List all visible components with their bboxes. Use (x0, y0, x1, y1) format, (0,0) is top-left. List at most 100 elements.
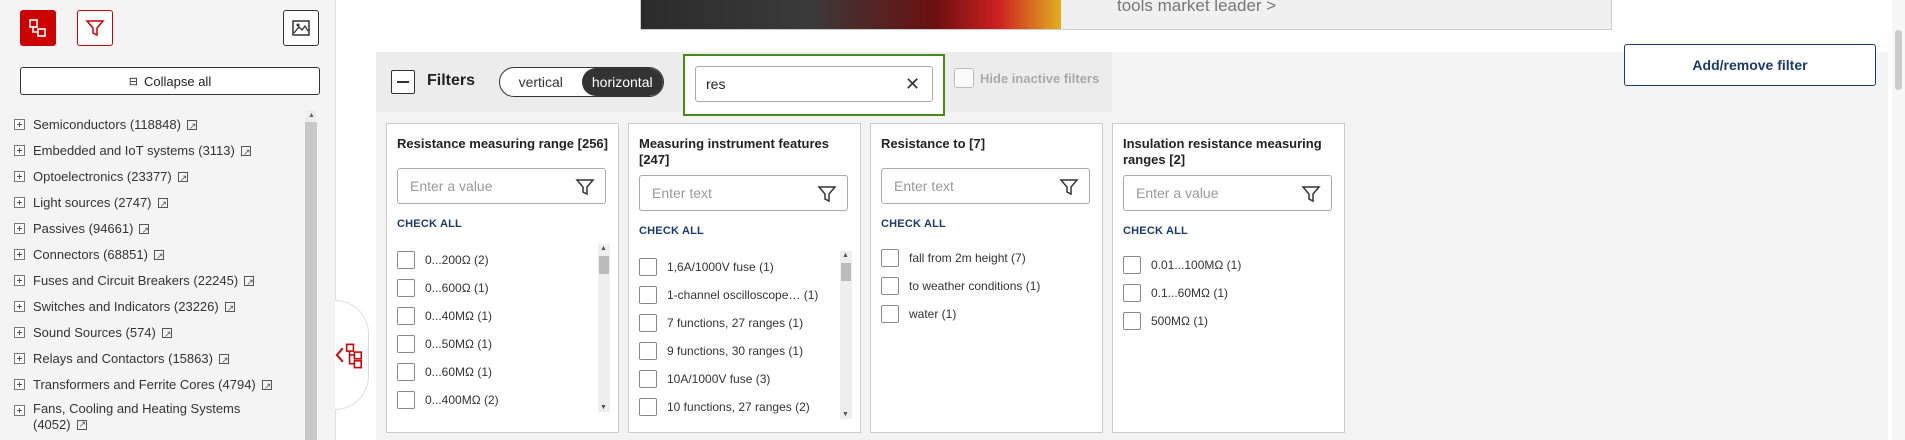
external-link-icon[interactable] (177, 168, 188, 188)
tree-view-button[interactable] (20, 10, 56, 46)
filter-option[interactable]: 7 functions, 27 ranges (1) (639, 309, 849, 337)
funnel-icon[interactable] (575, 177, 595, 197)
external-link-icon[interactable] (76, 416, 87, 432)
tree-item-label[interactable]: Optoelectronics (23377) (33, 169, 172, 184)
check-all-link[interactable]: CHECK ALL (1123, 225, 1188, 237)
option-checkbox[interactable] (639, 258, 657, 276)
sidebar-scrollbar[interactable]: ▲ (305, 110, 317, 440)
options-scrollbar[interactable]: ▲ ▼ (598, 244, 610, 412)
hide-inactive-checkbox[interactable] (954, 68, 974, 88)
option-checkbox[interactable] (1123, 284, 1141, 302)
sidebar-toggle-tab[interactable] (335, 300, 369, 410)
add-remove-filter-button[interactable]: Add/remove filter (1624, 44, 1876, 86)
scroll-up-icon[interactable]: ▲ (308, 112, 315, 119)
filter-value-input[interactable]: Enter a value (1123, 175, 1332, 211)
expand-icon[interactable] (14, 119, 25, 130)
tree-item-label[interactable]: Embedded and IoT systems (3113) (33, 143, 235, 158)
scroll-thumb[interactable] (305, 122, 317, 440)
tree-item-label[interactable]: Transformers and Ferrite Cores (4794) (33, 377, 256, 392)
tree-item[interactable]: Optoelectronics (23377) (14, 165, 304, 191)
expand-icon[interactable] (14, 379, 25, 390)
external-link-icon[interactable] (157, 194, 168, 214)
option-checkbox[interactable] (397, 279, 415, 297)
scroll-up-icon[interactable]: ▲ (842, 252, 849, 259)
filter-view-button[interactable] (77, 10, 113, 46)
collapse-filters-button[interactable] (391, 70, 415, 94)
external-link-icon[interactable] (139, 220, 150, 240)
external-link-icon[interactable] (186, 116, 197, 136)
tree-item-label[interactable]: Semiconductors (118848) (33, 117, 181, 132)
filter-option[interactable]: 10 functions, 27 ranges (2) (639, 393, 849, 421)
tree-item[interactable]: Passives (94661) (14, 217, 304, 243)
expand-icon[interactable] (14, 171, 25, 182)
expand-icon[interactable] (14, 197, 25, 208)
clear-search-icon[interactable]: ✕ (905, 74, 920, 95)
horizontal-option[interactable]: horizontal (581, 68, 663, 96)
filter-option[interactable]: 1-channel oscilloscope… (1) (639, 281, 849, 309)
scroll-thumb[interactable] (599, 256, 609, 274)
option-checkbox[interactable] (639, 342, 657, 360)
tree-item-label[interactable]: Relays and Contactors (15863) (33, 351, 213, 366)
option-checkbox[interactable] (397, 251, 415, 269)
tree-item-label[interactable]: Light sources (2747) (33, 195, 152, 210)
option-checkbox[interactable] (639, 398, 657, 416)
filter-option[interactable]: fall from 2m height (7) (881, 244, 1091, 272)
page-scrollbar[interactable] (1892, 0, 1905, 440)
filter-option[interactable]: 0.1...60MΩ (1) (1123, 279, 1333, 307)
tree-item[interactable]: Light sources (2747) (14, 191, 304, 217)
option-checkbox[interactable] (1123, 256, 1141, 274)
scroll-thumb[interactable] (841, 263, 851, 281)
scroll-up-icon[interactable]: ▲ (600, 245, 607, 252)
expand-icon[interactable] (14, 223, 25, 234)
options-scrollbar[interactable]: ▲ ▼ (840, 251, 852, 419)
expand-icon[interactable] (14, 301, 25, 312)
tree-item-label[interactable]: Fuses and Circuit Breakers (22245) (33, 273, 238, 288)
external-link-icon[interactable] (261, 376, 272, 396)
banner-text[interactable]: tools market leader > (1117, 0, 1276, 16)
tree-item[interactable]: Relays and Contactors (15863) (14, 347, 304, 373)
expand-icon[interactable] (14, 405, 25, 416)
vertical-option[interactable]: vertical (500, 68, 582, 96)
filter-text-input[interactable]: Enter text (881, 168, 1090, 204)
tree-item-label[interactable]: Switches and Indicators (23226) (33, 299, 219, 314)
filter-value-input[interactable]: Enter a value (397, 168, 606, 204)
image-view-button[interactable] (283, 10, 319, 46)
filter-option[interactable]: 0...60MΩ (1) (397, 358, 607, 386)
filter-option[interactable]: 0...50MΩ (1) (397, 330, 607, 358)
filter-option[interactable]: 0...200Ω (2) (397, 246, 607, 274)
filter-option[interactable]: 10A/1000V fuse (3) (639, 365, 849, 393)
filter-option[interactable]: 0...40MΩ (1) (397, 302, 607, 330)
tree-item[interactable]: Transformers and Ferrite Cores (4794) (14, 373, 304, 399)
tree-item-label[interactable]: Passives (94661) (33, 221, 133, 236)
option-checkbox[interactable] (397, 307, 415, 325)
filter-option[interactable]: 0...600Ω (1) (397, 274, 607, 302)
tree-item[interactable]: Sound Sources (574) (14, 321, 304, 347)
tree-item[interactable]: Fuses and Circuit Breakers (22245) (14, 269, 304, 295)
external-link-icon[interactable] (224, 298, 235, 318)
funnel-icon[interactable] (1301, 184, 1321, 204)
option-checkbox[interactable] (397, 391, 415, 409)
filter-search-input[interactable] (695, 66, 933, 102)
filter-option[interactable]: water (1) (881, 300, 1091, 328)
filter-option[interactable]: 500MΩ (1) (1123, 307, 1333, 335)
option-checkbox[interactable] (397, 363, 415, 381)
scroll-down-icon[interactable]: ▼ (600, 404, 607, 411)
option-checkbox[interactable] (881, 249, 899, 267)
external-link-icon[interactable] (240, 142, 251, 162)
option-checkbox[interactable] (639, 286, 657, 304)
layout-toggle[interactable]: vertical horizontal (499, 67, 664, 97)
tree-item-label[interactable]: Sound Sources (574) (33, 325, 156, 340)
tree-item[interactable]: Fans, Cooling and Heating Systems (4052) (14, 399, 304, 439)
tree-item[interactable]: Embedded and IoT systems (3113) (14, 139, 304, 165)
tree-item[interactable]: Semiconductors (118848) (14, 113, 304, 139)
option-checkbox[interactable] (397, 335, 415, 353)
tree-item[interactable]: Switches and Indicators (23226) (14, 295, 304, 321)
expand-icon[interactable] (14, 249, 25, 260)
filter-text-input[interactable]: Enter text (639, 175, 848, 211)
check-all-link[interactable]: CHECK ALL (881, 218, 946, 230)
option-checkbox[interactable] (1123, 312, 1141, 330)
option-checkbox[interactable] (639, 314, 657, 332)
filter-option[interactable]: 9 functions, 30 ranges (1) (639, 337, 849, 365)
expand-icon[interactable] (14, 275, 25, 286)
filter-option[interactable]: 0...400MΩ (2) (397, 386, 607, 414)
